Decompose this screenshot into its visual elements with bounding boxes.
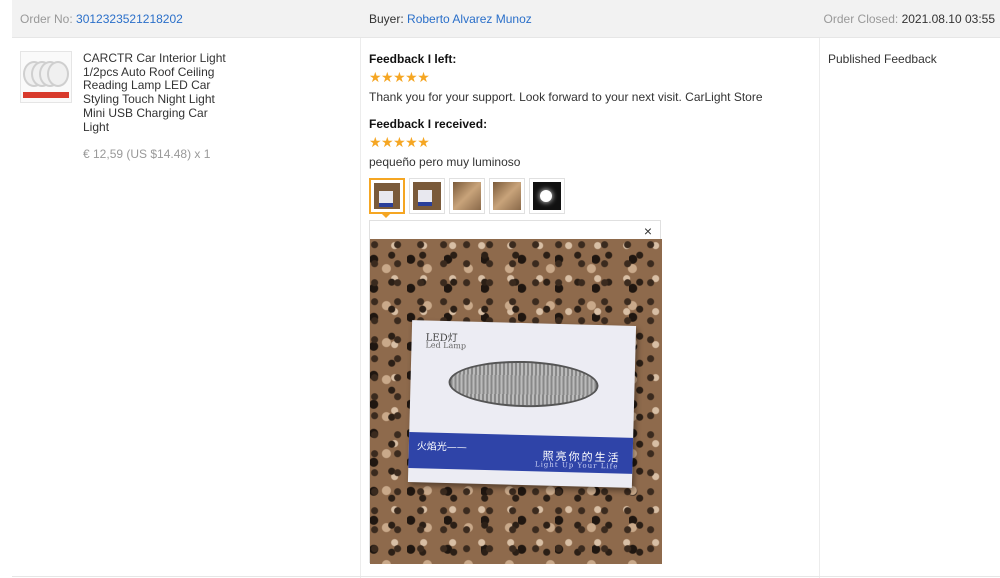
order-number-label: Order No: xyxy=(20,12,73,26)
box-slogan-en: Light Up Your Life xyxy=(534,460,619,471)
review-photo-thumbnail[interactable] xyxy=(489,178,525,214)
feedback-received-stars: ★★★★★ xyxy=(369,134,430,150)
column-divider xyxy=(819,38,820,578)
photo-preview: × LED灯 Led Lamp 火焰光—— 照亮你的生活 Light Up Yo… xyxy=(369,220,662,564)
feedback-left-text: Thank you for your support. Look forward… xyxy=(369,90,763,104)
product-title[interactable]: CARCTR Car Interior Light 1/2pcs Auto Ro… xyxy=(83,51,233,134)
review-photo-thumbnail[interactable] xyxy=(449,178,485,214)
buyer-name-link[interactable]: Roberto Alvarez Munoz xyxy=(407,12,532,26)
box-band: 火焰光—— 照亮你的生活 Light Up Your Life xyxy=(408,432,634,474)
order-closed-label: Order Closed: xyxy=(823,12,899,26)
review-photo-thumbnail[interactable] xyxy=(529,178,565,214)
review-photo-thumbnail[interactable] xyxy=(369,178,405,214)
feedback-left-title: Feedback I left: xyxy=(369,52,457,66)
order-number-link[interactable]: 3012323521218202 xyxy=(76,12,183,26)
column-divider xyxy=(360,38,361,578)
product-price: € 12,59 (US $14.48) x 1 xyxy=(83,147,211,161)
selected-photo-caret xyxy=(380,212,392,218)
feedback-left-stars: ★★★★★ xyxy=(369,69,430,85)
feedback-received-title: Feedback I received: xyxy=(369,117,488,131)
order-closed-date: 2021.08.10 03:55 xyxy=(901,12,995,26)
order-header: Order No: 3012323521218202 Buyer: Robert… xyxy=(12,0,1000,38)
feedback-received-text: pequeño pero muy luminoso xyxy=(369,155,521,169)
close-icon[interactable]: × xyxy=(644,223,652,239)
buyer-label: Buyer: xyxy=(369,12,404,26)
product-thumbnail[interactable] xyxy=(20,51,72,103)
order-closed: Order Closed: 2021.08.10 03:55 xyxy=(824,12,995,26)
lamp-illustration xyxy=(447,359,600,409)
row-bottom-border xyxy=(12,576,1000,577)
published-feedback-status: Published Feedback xyxy=(828,52,937,66)
review-photo-image: LED灯 Led Lamp 火焰光—— 照亮你的生活 Light Up Your… xyxy=(370,239,662,564)
product-box-photo: LED灯 Led Lamp 火焰光—— 照亮你的生活 Light Up Your… xyxy=(407,320,637,488)
buyer-info: Buyer: Roberto Alvarez Munoz xyxy=(369,12,532,26)
box-brand: 火焰光—— xyxy=(416,441,467,454)
order-number: Order No: 3012323521218202 xyxy=(20,12,183,26)
box-subtitle: Led Lamp xyxy=(425,340,467,351)
review-photo-thumbnail[interactable] xyxy=(409,178,445,214)
